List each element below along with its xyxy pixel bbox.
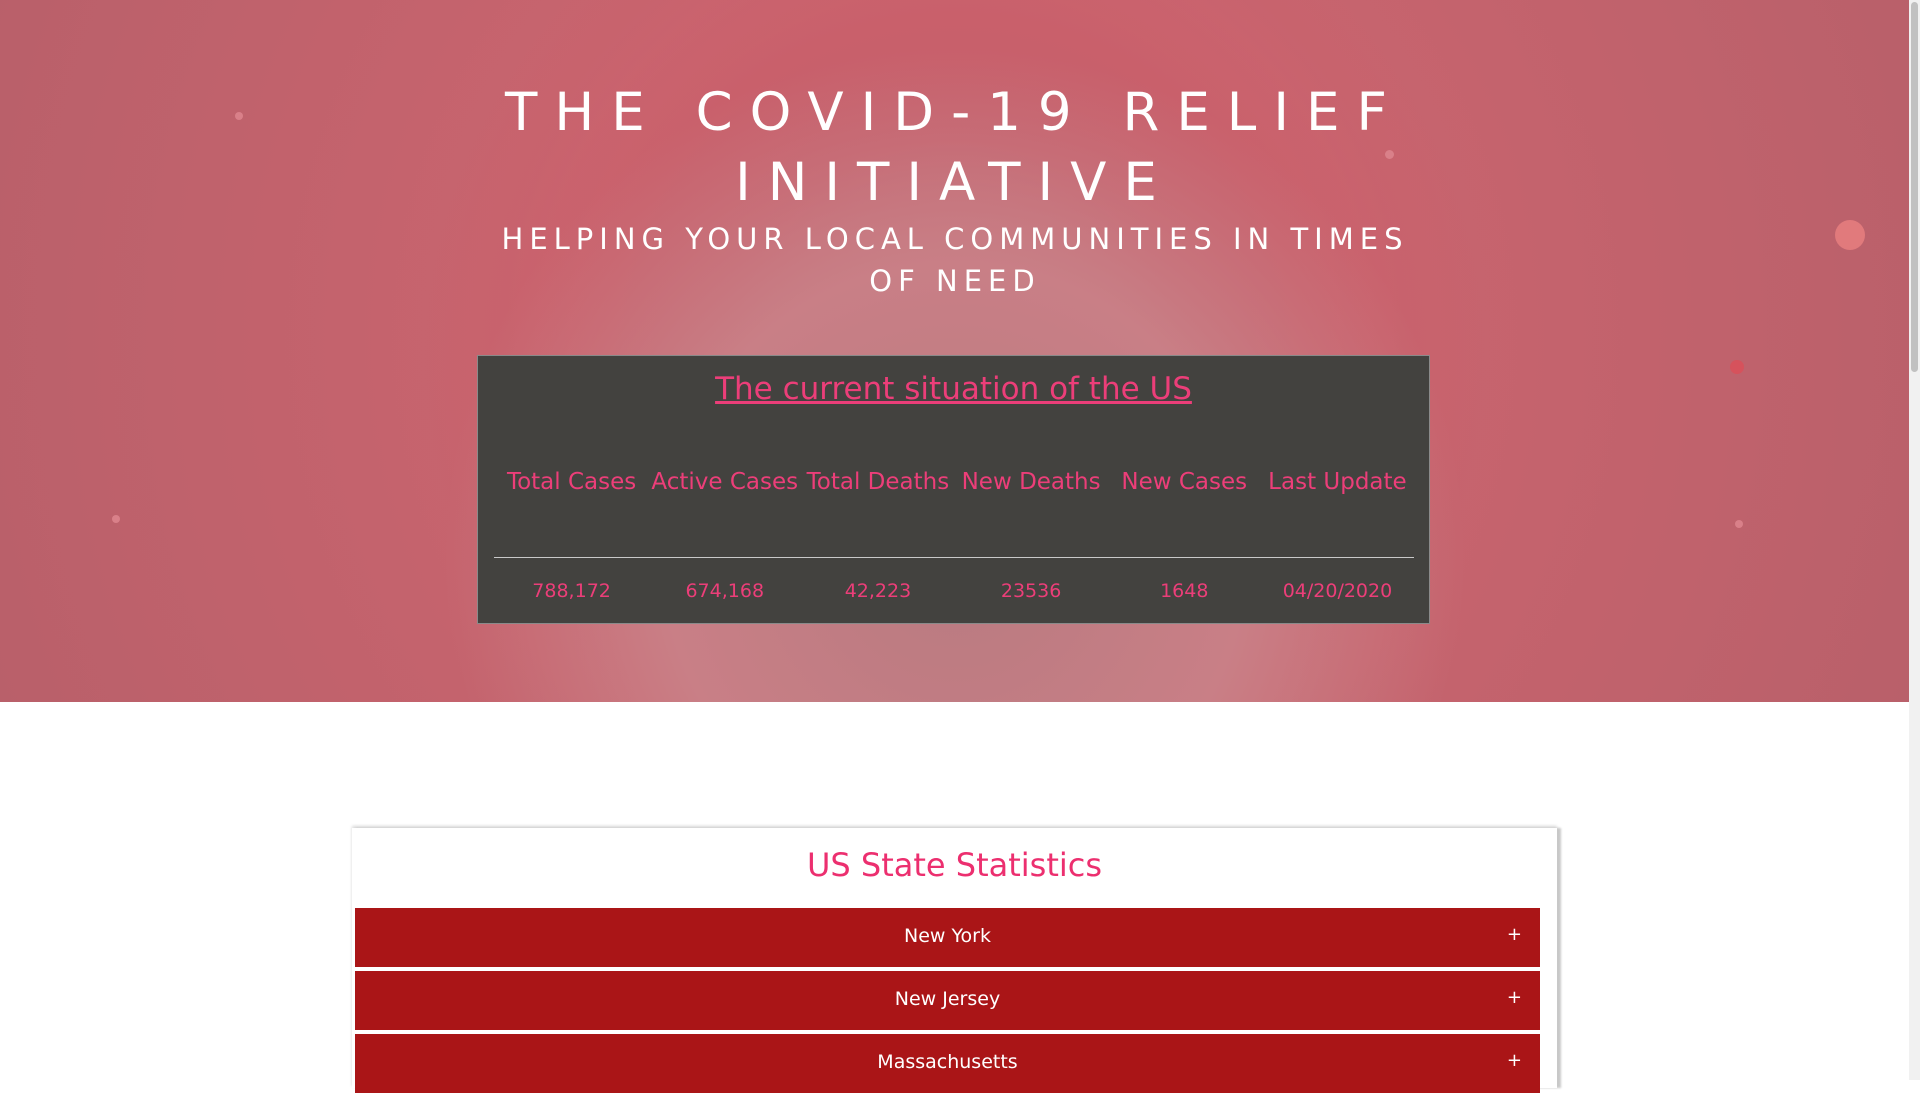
expand-plus-icon[interactable]: +: [1507, 1050, 1522, 1071]
page-title-line-1: THE COVID-19 RELIEF: [505, 82, 1404, 143]
state-accordion-new-york[interactable]: New York +: [355, 908, 1540, 967]
value-total-cases: 788,172: [532, 580, 611, 602]
virus-spike-decoration: [1835, 220, 1865, 250]
value-active-cases: 674,168: [685, 580, 765, 602]
page-title-line-2: INITIATIVE: [735, 152, 1174, 213]
page-title: THE COVID-19 RELIEF INITIATIVE: [0, 78, 1909, 218]
expand-plus-icon[interactable]: +: [1507, 987, 1522, 1008]
us-situation-values-row: 788,172 674,168 42,223 23536 1648 04/20/…: [495, 580, 1414, 602]
value-last-update: 04/20/2020: [1282, 580, 1393, 602]
page-scrollbar[interactable]: [1909, 0, 1920, 1080]
virus-spike-decoration: [1730, 360, 1744, 374]
us-situation-header-row: Total Cases Active Cases Total Deaths Ne…: [495, 464, 1414, 500]
us-state-statistics-card: US State Statistics New York + New Jerse…: [352, 828, 1557, 1093]
value-new-deaths: 23536: [1000, 580, 1062, 602]
value-new-cases: 1648: [1160, 580, 1209, 602]
expand-plus-icon[interactable]: +: [1507, 924, 1522, 945]
state-accordion-new-jersey[interactable]: New Jersey +: [355, 971, 1540, 1030]
page-subtitle: HELPING YOUR LOCAL COMMUNITIES IN TIMES …: [501, 222, 1409, 298]
virus-spike-decoration: [1735, 520, 1743, 528]
virus-spike-decoration: [112, 515, 120, 523]
hero-banner: THE COVID-19 RELIEF INITIATIVE HELPING Y…: [0, 0, 1909, 702]
us-situation-panel: The current situation of the US Total Ca…: [477, 355, 1430, 624]
scrollbar-thumb[interactable]: [1911, 2, 1918, 372]
header-total-cases: Total Cases: [506, 469, 637, 495]
state-accordion-massachusetts[interactable]: Massachusetts +: [355, 1034, 1540, 1093]
header-new-cases: New Cases: [1121, 469, 1248, 495]
state-name: New Jersey: [894, 988, 1001, 1010]
state-name: Massachusetts: [877, 1051, 1018, 1073]
us-situation-divider: [494, 557, 1414, 558]
us-state-statistics-title: US State Statistics: [806, 846, 1103, 884]
header-active-cases: Active Cases: [651, 469, 799, 495]
header-total-deaths: Total Deaths: [806, 469, 950, 495]
state-name: New York: [903, 925, 991, 947]
header-last-update: Last Update: [1268, 469, 1407, 495]
header-new-deaths: New Deaths: [961, 469, 1101, 495]
value-total-deaths: 42,223: [844, 580, 912, 602]
us-situation-title[interactable]: The current situation of the US: [478, 371, 1429, 407]
